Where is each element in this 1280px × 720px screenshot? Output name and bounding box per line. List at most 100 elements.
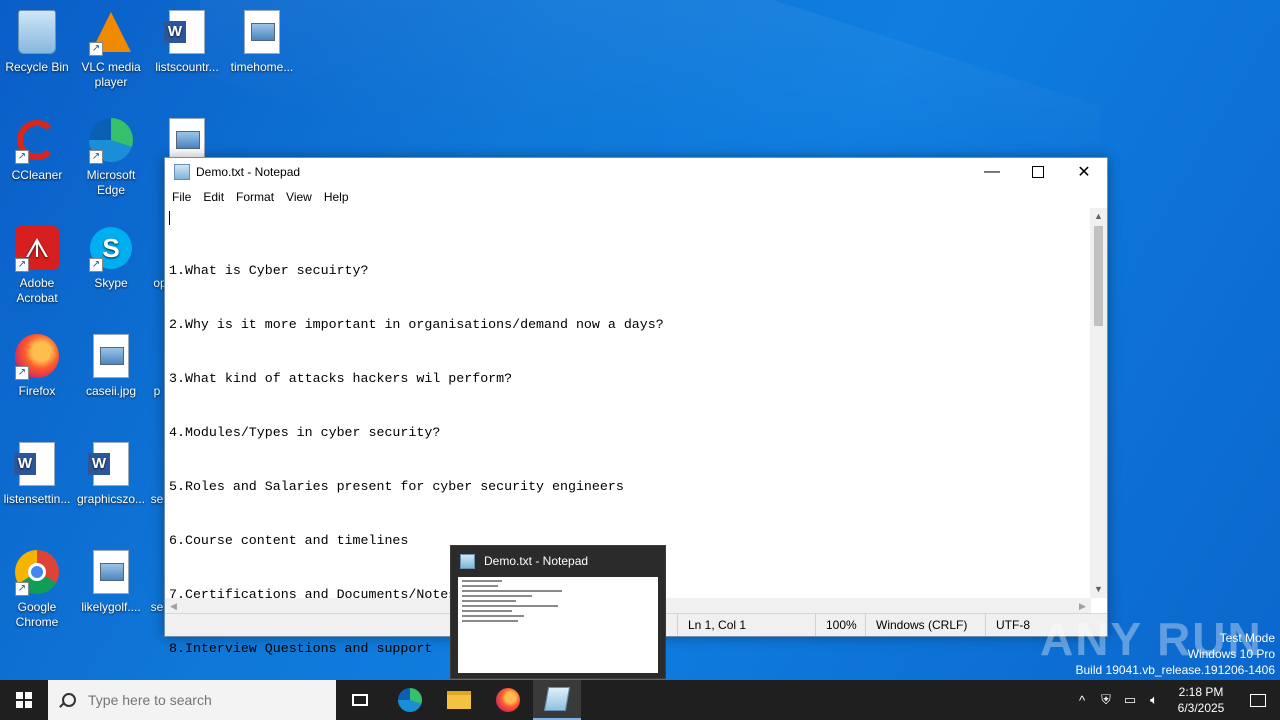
minimize-button[interactable]: — <box>969 158 1015 186</box>
line-ending: Windows (CRLF) <box>865 614 985 636</box>
zoom-level: 100% <box>815 614 865 636</box>
desktop-icon-label: Adobe Acrobat <box>16 276 58 305</box>
desktop-icon-graphicszo[interactable]: W graphicszo... <box>74 440 148 507</box>
desktop-icon-label: se <box>150 492 164 506</box>
notification-center-button[interactable] <box>1236 693 1280 707</box>
scrollbar-thumb[interactable] <box>1094 226 1103 326</box>
search-icon <box>62 693 76 707</box>
image-file-icon <box>93 334 129 378</box>
taskbar-file-explorer[interactable] <box>435 680 483 720</box>
menu-bar: File Edit Format View Help <box>165 186 1107 208</box>
network-icon[interactable]: ▭ <box>1118 692 1142 708</box>
desktop-icon-caseii[interactable]: caseii.jpg <box>74 332 148 399</box>
desktop-icon-edge[interactable]: ↗ Microsoft Edge <box>74 116 148 198</box>
desktop-icon-vlc[interactable]: ↗ VLC media player <box>74 8 148 90</box>
desktop-icon-label: Firefox <box>18 384 56 398</box>
shortcut-arrow-icon: ↗ <box>15 366 29 380</box>
word-document-icon: W <box>14 442 55 486</box>
menu-help[interactable]: Help <box>319 190 354 204</box>
desktop-icon-recycle-bin[interactable]: Recycle Bin <box>0 8 74 75</box>
system-tray: ^ ⛨ ▭ 🔈︎ 2:18 PM 6/3/2025 <box>1070 680 1280 720</box>
title-bar[interactable]: Demo.txt - Notepad — ✕ <box>165 158 1107 186</box>
desktop-icon-se-2[interactable]: se <box>150 548 164 615</box>
close-icon: ✕ <box>1077 164 1091 181</box>
start-button[interactable] <box>0 680 48 720</box>
text-line: 4.Modules/Types in cyber security? <box>169 425 441 440</box>
windows-edition-label: Windows 10 Pro <box>1187 647 1275 661</box>
close-button[interactable]: ✕ <box>1061 158 1107 186</box>
desktop-icon-firefox[interactable]: ↗ Firefox <box>0 332 74 399</box>
desktop-icon-label: Google Chrome <box>15 600 59 629</box>
word-document-icon: W <box>88 442 129 486</box>
desktop-icon-listscountr[interactable]: W listscountr... <box>150 8 224 75</box>
menu-file[interactable]: File <box>167 190 196 204</box>
notepad-icon <box>460 553 475 569</box>
text-line: 5.Roles and Salaries present for cyber s… <box>169 479 624 494</box>
maximize-icon <box>1032 166 1044 178</box>
shortcut-arrow-icon: ↗ <box>15 258 29 272</box>
clock-date: 6/3/2025 <box>1177 701 1225 715</box>
taskbar-search[interactable] <box>48 680 336 720</box>
preview-title: Demo.txt - Notepad <box>484 554 589 568</box>
test-mode-label: Test Mode <box>1219 631 1275 645</box>
text-editor[interactable]: 1.What is Cyber secuirty? 2.Why is it mo… <box>165 208 1091 656</box>
volume-icon[interactable]: 🔈︎ <box>1142 692 1166 708</box>
taskbar-edge[interactable] <box>386 680 434 720</box>
desktop-icon-label: Skype <box>94 276 128 290</box>
text-line: 1.What is Cyber secuirty? <box>169 263 369 278</box>
preview-thumbnail[interactable] <box>458 577 658 673</box>
scroll-down-icon[interactable]: ▼ <box>1090 581 1107 598</box>
folder-icon <box>447 691 471 709</box>
maximize-button[interactable] <box>1015 158 1061 186</box>
desktop-icon-label: Recycle Bin <box>5 60 69 74</box>
desktop-icon-label: CCleaner <box>11 168 63 182</box>
desktop-icon-listensettin[interactable]: W listensettin... <box>0 440 74 507</box>
taskbar-notepad[interactable] <box>533 680 581 720</box>
desktop-icon-label: graphicszo... <box>76 492 146 506</box>
shortcut-arrow-icon: ↗ <box>89 258 103 272</box>
desktop-icon-label: listscountr... <box>155 60 219 74</box>
chevron-up-icon[interactable]: ^ <box>1070 693 1094 708</box>
taskbar: ^ ⛨ ▭ 🔈︎ 2:18 PM 6/3/2025 <box>0 680 1280 720</box>
clock-time: 2:18 PM <box>1178 685 1224 699</box>
shortcut-arrow-icon: ↗ <box>89 150 103 164</box>
notepad-icon <box>543 687 571 711</box>
defender-icon[interactable]: ⛨ <box>1094 692 1118 708</box>
desktop-icon-label: Microsoft Edge <box>86 168 136 197</box>
desktop-icon-likelygolf[interactable]: likelygolf.... <box>74 548 148 615</box>
desktop-icon-label: timehome... <box>230 60 294 74</box>
notepad-icon <box>174 164 190 180</box>
windows-test-mode-text: Test Mode Windows 10 Pro Build 19041.vb_… <box>1076 630 1276 678</box>
text-line: 2.Why is it more important in organisati… <box>169 317 664 332</box>
task-view-button[interactable] <box>336 680 384 720</box>
task-view-icon <box>352 694 368 706</box>
menu-view[interactable]: View <box>281 190 317 204</box>
shortcut-arrow-icon: ↗ <box>15 582 29 596</box>
desktop-icon-label: VLC media player <box>81 60 141 89</box>
desktop-icon-label: listensettin... <box>3 492 71 506</box>
word-document-icon: W <box>164 10 205 54</box>
clock[interactable]: 2:18 PM 6/3/2025 <box>1166 684 1236 716</box>
menu-edit[interactable]: Edit <box>198 190 229 204</box>
image-file-icon <box>93 550 129 594</box>
edge-icon <box>398 688 422 712</box>
desktop-icon-timehome[interactable]: timehome... <box>225 8 299 75</box>
desktop-icon-chrome[interactable]: ↗ Google Chrome <box>0 548 74 630</box>
taskbar-firefox[interactable] <box>484 680 532 720</box>
desktop-icon-se-1[interactable]: se <box>150 440 164 507</box>
desktop-icon-acrobat[interactable]: ᗑ ↗ Adobe Acrobat <box>0 224 74 306</box>
search-input[interactable] <box>86 691 320 709</box>
menu-format[interactable]: Format <box>231 190 279 204</box>
taskbar-preview[interactable]: Demo.txt - Notepad <box>450 545 666 679</box>
desktop-icon-label: likelygolf.... <box>81 600 141 614</box>
notification-icon <box>1250 693 1266 707</box>
cursor-position: Ln 1, Col 1 <box>677 614 813 636</box>
scroll-up-icon[interactable]: ▲ <box>1090 208 1107 225</box>
window-title: Demo.txt - Notepad <box>196 165 301 179</box>
desktop-icon-skype[interactable]: S ↗ Skype <box>74 224 148 291</box>
desktop-icon-p[interactable]: p <box>150 332 164 399</box>
vertical-scrollbar[interactable]: ▲ ▼ <box>1090 208 1107 598</box>
shortcut-arrow-icon: ↗ <box>15 150 29 164</box>
desktop-icon-ccleaner[interactable]: ↗ CCleaner <box>0 116 74 183</box>
text-line: 3.What kind of attacks hackers wil perfo… <box>169 371 513 386</box>
